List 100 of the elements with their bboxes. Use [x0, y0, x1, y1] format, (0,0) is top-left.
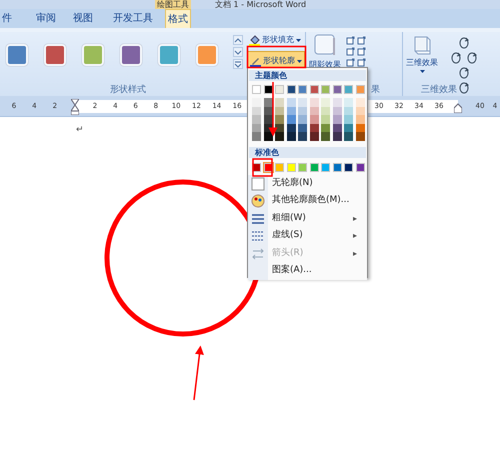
- color-swatch[interactable]: [332, 98, 342, 107]
- color-swatch[interactable]: [310, 106, 318, 116]
- color-swatch[interactable]: [356, 115, 364, 124]
- color-swatch[interactable]: [275, 162, 284, 172]
- color-swatch[interactable]: [252, 98, 261, 107]
- color-swatch[interactable]: [332, 106, 342, 116]
- color-swatch[interactable]: [286, 132, 296, 141]
- more-icon[interactable]: [233, 59, 243, 69]
- indent-marker-icon[interactable]: [71, 99, 79, 115]
- color-swatch[interactable]: [310, 162, 318, 172]
- color-swatch[interactable]: [344, 132, 353, 141]
- shape-style-swatch[interactable]: [6, 44, 28, 66]
- ribbon-tab[interactable]: 格式: [165, 9, 191, 28]
- color-swatch[interactable]: [356, 132, 364, 141]
- color-swatch[interactable]: [344, 98, 353, 107]
- ribbon-tab[interactable]: 视图: [71, 9, 95, 28]
- color-swatch[interactable]: [264, 85, 272, 94]
- menu-item[interactable]: 虚线(S) ▸: [248, 227, 367, 245]
- shadow-nudge-icon[interactable]: [346, 36, 355, 45]
- color-swatch[interactable]: [275, 98, 284, 107]
- color-swatch[interactable]: [332, 85, 342, 94]
- scroll-up-icon[interactable]: [233, 35, 243, 45]
- group-label: 三维效果: [421, 84, 457, 96]
- shadow-nudge-icon[interactable]: [346, 58, 355, 67]
- pen-icon: [250, 56, 261, 66]
- shadow-nudge-icon[interactable]: [346, 47, 355, 56]
- color-swatch[interactable]: [332, 115, 342, 124]
- shape-style-swatch[interactable]: [196, 44, 218, 66]
- color-swatch[interactable]: [310, 124, 318, 132]
- palette-icon: [251, 194, 265, 208]
- color-swatch[interactable]: [310, 115, 318, 124]
- rotate-icon[interactable]: [458, 37, 470, 49]
- color-swatch[interactable]: [321, 115, 330, 124]
- menu-item[interactable]: 图案(A)...: [248, 262, 367, 280]
- color-swatch[interactable]: [286, 115, 296, 124]
- annotation-box: [246, 46, 306, 68]
- color-swatch[interactable]: [252, 115, 261, 124]
- paint-bucket-icon: [249, 34, 260, 46]
- color-swatch[interactable]: [321, 85, 330, 94]
- shape-style-swatch[interactable]: [44, 44, 66, 66]
- ribbon-tab[interactable]: 件: [0, 9, 14, 28]
- color-swatch[interactable]: [310, 85, 318, 94]
- color-swatch[interactable]: [286, 106, 296, 116]
- color-swatch[interactable]: [310, 98, 318, 107]
- color-swatch[interactable]: [275, 85, 284, 94]
- color-swatch[interactable]: [298, 162, 307, 172]
- color-swatch[interactable]: [321, 162, 330, 172]
- rotate-icon[interactable]: [450, 52, 462, 64]
- color-swatch[interactable]: [264, 132, 272, 141]
- color-swatch[interactable]: [264, 98, 272, 107]
- shadow-nudge-icon[interactable]: [357, 58, 366, 67]
- color-swatch[interactable]: [332, 132, 342, 141]
- shape-fill-button[interactable]: 形状填充: [247, 33, 305, 47]
- color-swatch[interactable]: [310, 132, 318, 141]
- shape-style-swatch[interactable]: [158, 44, 180, 66]
- color-swatch[interactable]: [298, 132, 307, 141]
- color-swatch[interactable]: [264, 115, 272, 124]
- color-swatch[interactable]: [298, 85, 307, 94]
- color-swatch[interactable]: [356, 162, 364, 172]
- color-swatch[interactable]: [252, 132, 261, 141]
- menu-item[interactable]: 粗细(W) ▸: [248, 210, 367, 228]
- dashed-lines-icon: [251, 229, 265, 244]
- color-swatch[interactable]: [286, 124, 296, 132]
- color-swatch[interactable]: [321, 132, 330, 141]
- menu-item[interactable]: 无轮廓(N): [248, 174, 367, 192]
- color-swatch[interactable]: [356, 106, 364, 116]
- ribbon-tab[interactable]: 审阅: [34, 9, 58, 28]
- color-swatch[interactable]: [332, 124, 342, 132]
- color-swatch[interactable]: [356, 85, 364, 94]
- color-swatch[interactable]: [298, 115, 307, 124]
- color-swatch[interactable]: [275, 115, 284, 124]
- color-swatch[interactable]: [264, 106, 272, 116]
- annotation-box: [252, 158, 273, 177]
- rotate-icon[interactable]: [458, 82, 470, 94]
- annotation-arrow: [268, 82, 278, 136]
- color-swatch[interactable]: [332, 162, 342, 172]
- color-swatch[interactable]: [275, 132, 284, 141]
- color-swatch[interactable]: [286, 85, 296, 94]
- color-swatch[interactable]: [286, 162, 296, 172]
- ribbon-tab[interactable]: 开发工具: [111, 9, 155, 28]
- three-d-effects-button[interactable]: 三维效果: [405, 33, 439, 74]
- shadow-nudge-icon[interactable]: [357, 36, 366, 45]
- shape-style-swatch[interactable]: [120, 44, 142, 66]
- color-swatch[interactable]: [344, 85, 353, 94]
- color-swatch[interactable]: [356, 124, 364, 132]
- rotate-icon[interactable]: [458, 67, 470, 79]
- scroll-down-icon[interactable]: [233, 47, 243, 57]
- color-swatch[interactable]: [298, 98, 307, 107]
- color-swatch[interactable]: [321, 98, 330, 107]
- color-swatch[interactable]: [356, 98, 364, 107]
- color-swatch[interactable]: [344, 115, 353, 124]
- shape-style-swatch[interactable]: [82, 44, 104, 66]
- color-swatch[interactable]: [286, 98, 296, 107]
- rotate-icon[interactable]: [466, 52, 478, 64]
- right-indent-marker-icon[interactable]: [454, 103, 462, 113]
- group-label: 形状样式: [110, 84, 146, 96]
- color-swatch[interactable]: [252, 85, 261, 94]
- color-swatch[interactable]: [344, 162, 353, 172]
- shadow-nudge-icon[interactable]: [357, 47, 366, 56]
- menu-item[interactable]: 其他轮廓颜色(M)...: [248, 192, 367, 210]
